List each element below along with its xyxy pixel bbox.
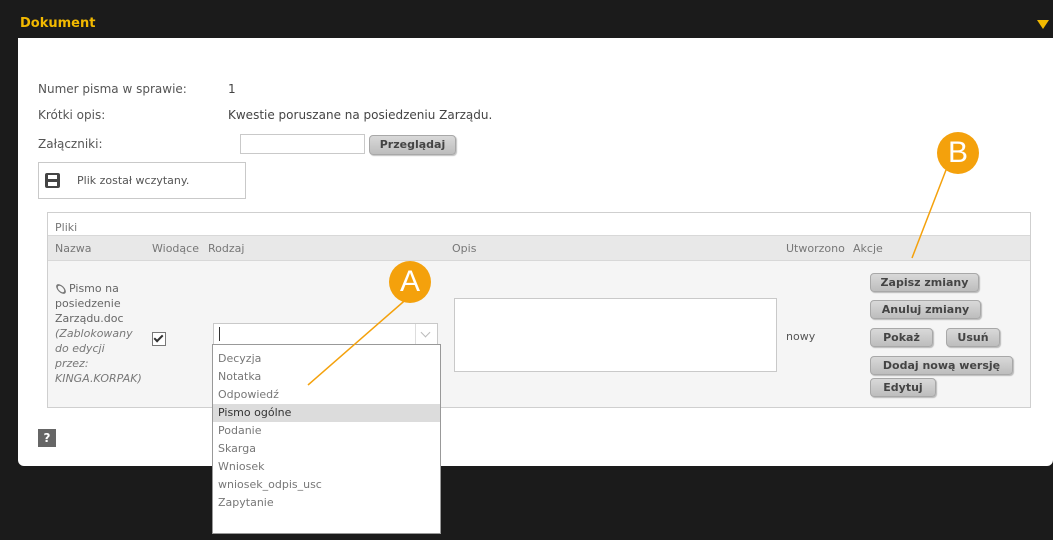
add-version-button[interactable]: Dodaj nową wersję — [870, 356, 1013, 375]
panel-title: Dokument — [20, 16, 96, 31]
save-changes-button[interactable]: Zapisz zmiany — [870, 273, 979, 292]
file-path-input[interactable] — [240, 134, 365, 154]
column-name: Nazwa — [55, 242, 92, 255]
lock-info: do edycji — [55, 342, 105, 355]
number-value: 1 — [228, 82, 236, 96]
file-name-line[interactable]: Pismo na — [69, 282, 119, 295]
file-name-cell: Pismo na posiedzenie Zarządu.doc (Zablok… — [54, 281, 145, 386]
show-button[interactable]: Pokaż — [870, 328, 933, 347]
checkmark-icon — [153, 332, 164, 343]
lock-info: (Zablokowany — [55, 327, 133, 340]
edit-button[interactable]: Edytuj — [870, 378, 936, 397]
delete-button[interactable]: Usuń — [946, 328, 1000, 347]
dropdown-option[interactable]: Odpowiedź — [213, 386, 440, 404]
description-textarea[interactable] — [454, 298, 777, 372]
file-name-line[interactable]: posiedzenie — [55, 297, 121, 310]
floppy-disk-icon — [45, 173, 60, 188]
paperclip-icon — [54, 282, 68, 296]
number-label: Numer pisma w sprawie: — [38, 82, 187, 96]
dropdown-option[interactable]: Skarga — [213, 440, 440, 458]
column-created: Utworzono — [786, 242, 845, 255]
dropdown-option[interactable]: Zapytanie — [213, 494, 440, 512]
lock-info: przez: — [55, 357, 89, 370]
cancel-changes-button[interactable]: Anuluj zmiany — [870, 300, 981, 319]
upload-notice-text: Plik został wczytany. — [77, 174, 190, 187]
dropdown-option-selected[interactable]: Pismo ogólne — [213, 404, 440, 422]
leading-checkbox[interactable] — [152, 332, 166, 346]
column-actions: Akcje — [853, 242, 883, 255]
description-value: Kwestie poruszane na posiedzeniu Zarządu… — [228, 108, 493, 122]
type-dropdown-list: Decyzja Notatka Odpowiedź Pismo ogólne P… — [212, 344, 441, 534]
marker-b: B — [937, 132, 979, 174]
files-table-header: Nazwa Wiodące Rodzaj Opis Utworzono Akcj… — [48, 235, 1030, 261]
type-select[interactable] — [213, 323, 438, 345]
attachments-label: Załączniki: — [38, 137, 103, 151]
browse-button[interactable]: Przeglądaj — [369, 135, 456, 155]
dropdown-option[interactable]: wniosek_odpis_usc — [213, 476, 440, 494]
chevron-down-icon[interactable] — [415, 324, 437, 344]
column-type: Rodzaj — [208, 242, 245, 255]
created-value: nowy — [786, 330, 816, 343]
dropdown-option[interactable]: Podanie — [213, 422, 440, 440]
file-name-line[interactable]: Zarządu.doc — [55, 312, 124, 325]
dropdown-option[interactable]: Notatka — [213, 368, 440, 386]
text-cursor — [219, 327, 220, 341]
marker-a: A — [389, 261, 431, 303]
upload-notice: Plik został wczytany. — [38, 162, 246, 199]
help-icon[interactable]: ? — [38, 429, 56, 447]
collapse-icon[interactable] — [1037, 20, 1049, 29]
top-strip — [0, 0, 1053, 8]
files-title: Pliki — [55, 221, 78, 234]
dropdown-option[interactable]: Decyzja — [213, 350, 440, 368]
column-leading: Wiodące — [152, 242, 199, 255]
dropdown-option[interactable]: Wniosek — [213, 458, 440, 476]
description-label: Krótki opis: — [38, 108, 106, 122]
lock-info: KINGA.KORPAK) — [55, 372, 142, 385]
panel-header: Dokument — [10, 8, 1053, 40]
column-description: Opis — [452, 242, 477, 255]
